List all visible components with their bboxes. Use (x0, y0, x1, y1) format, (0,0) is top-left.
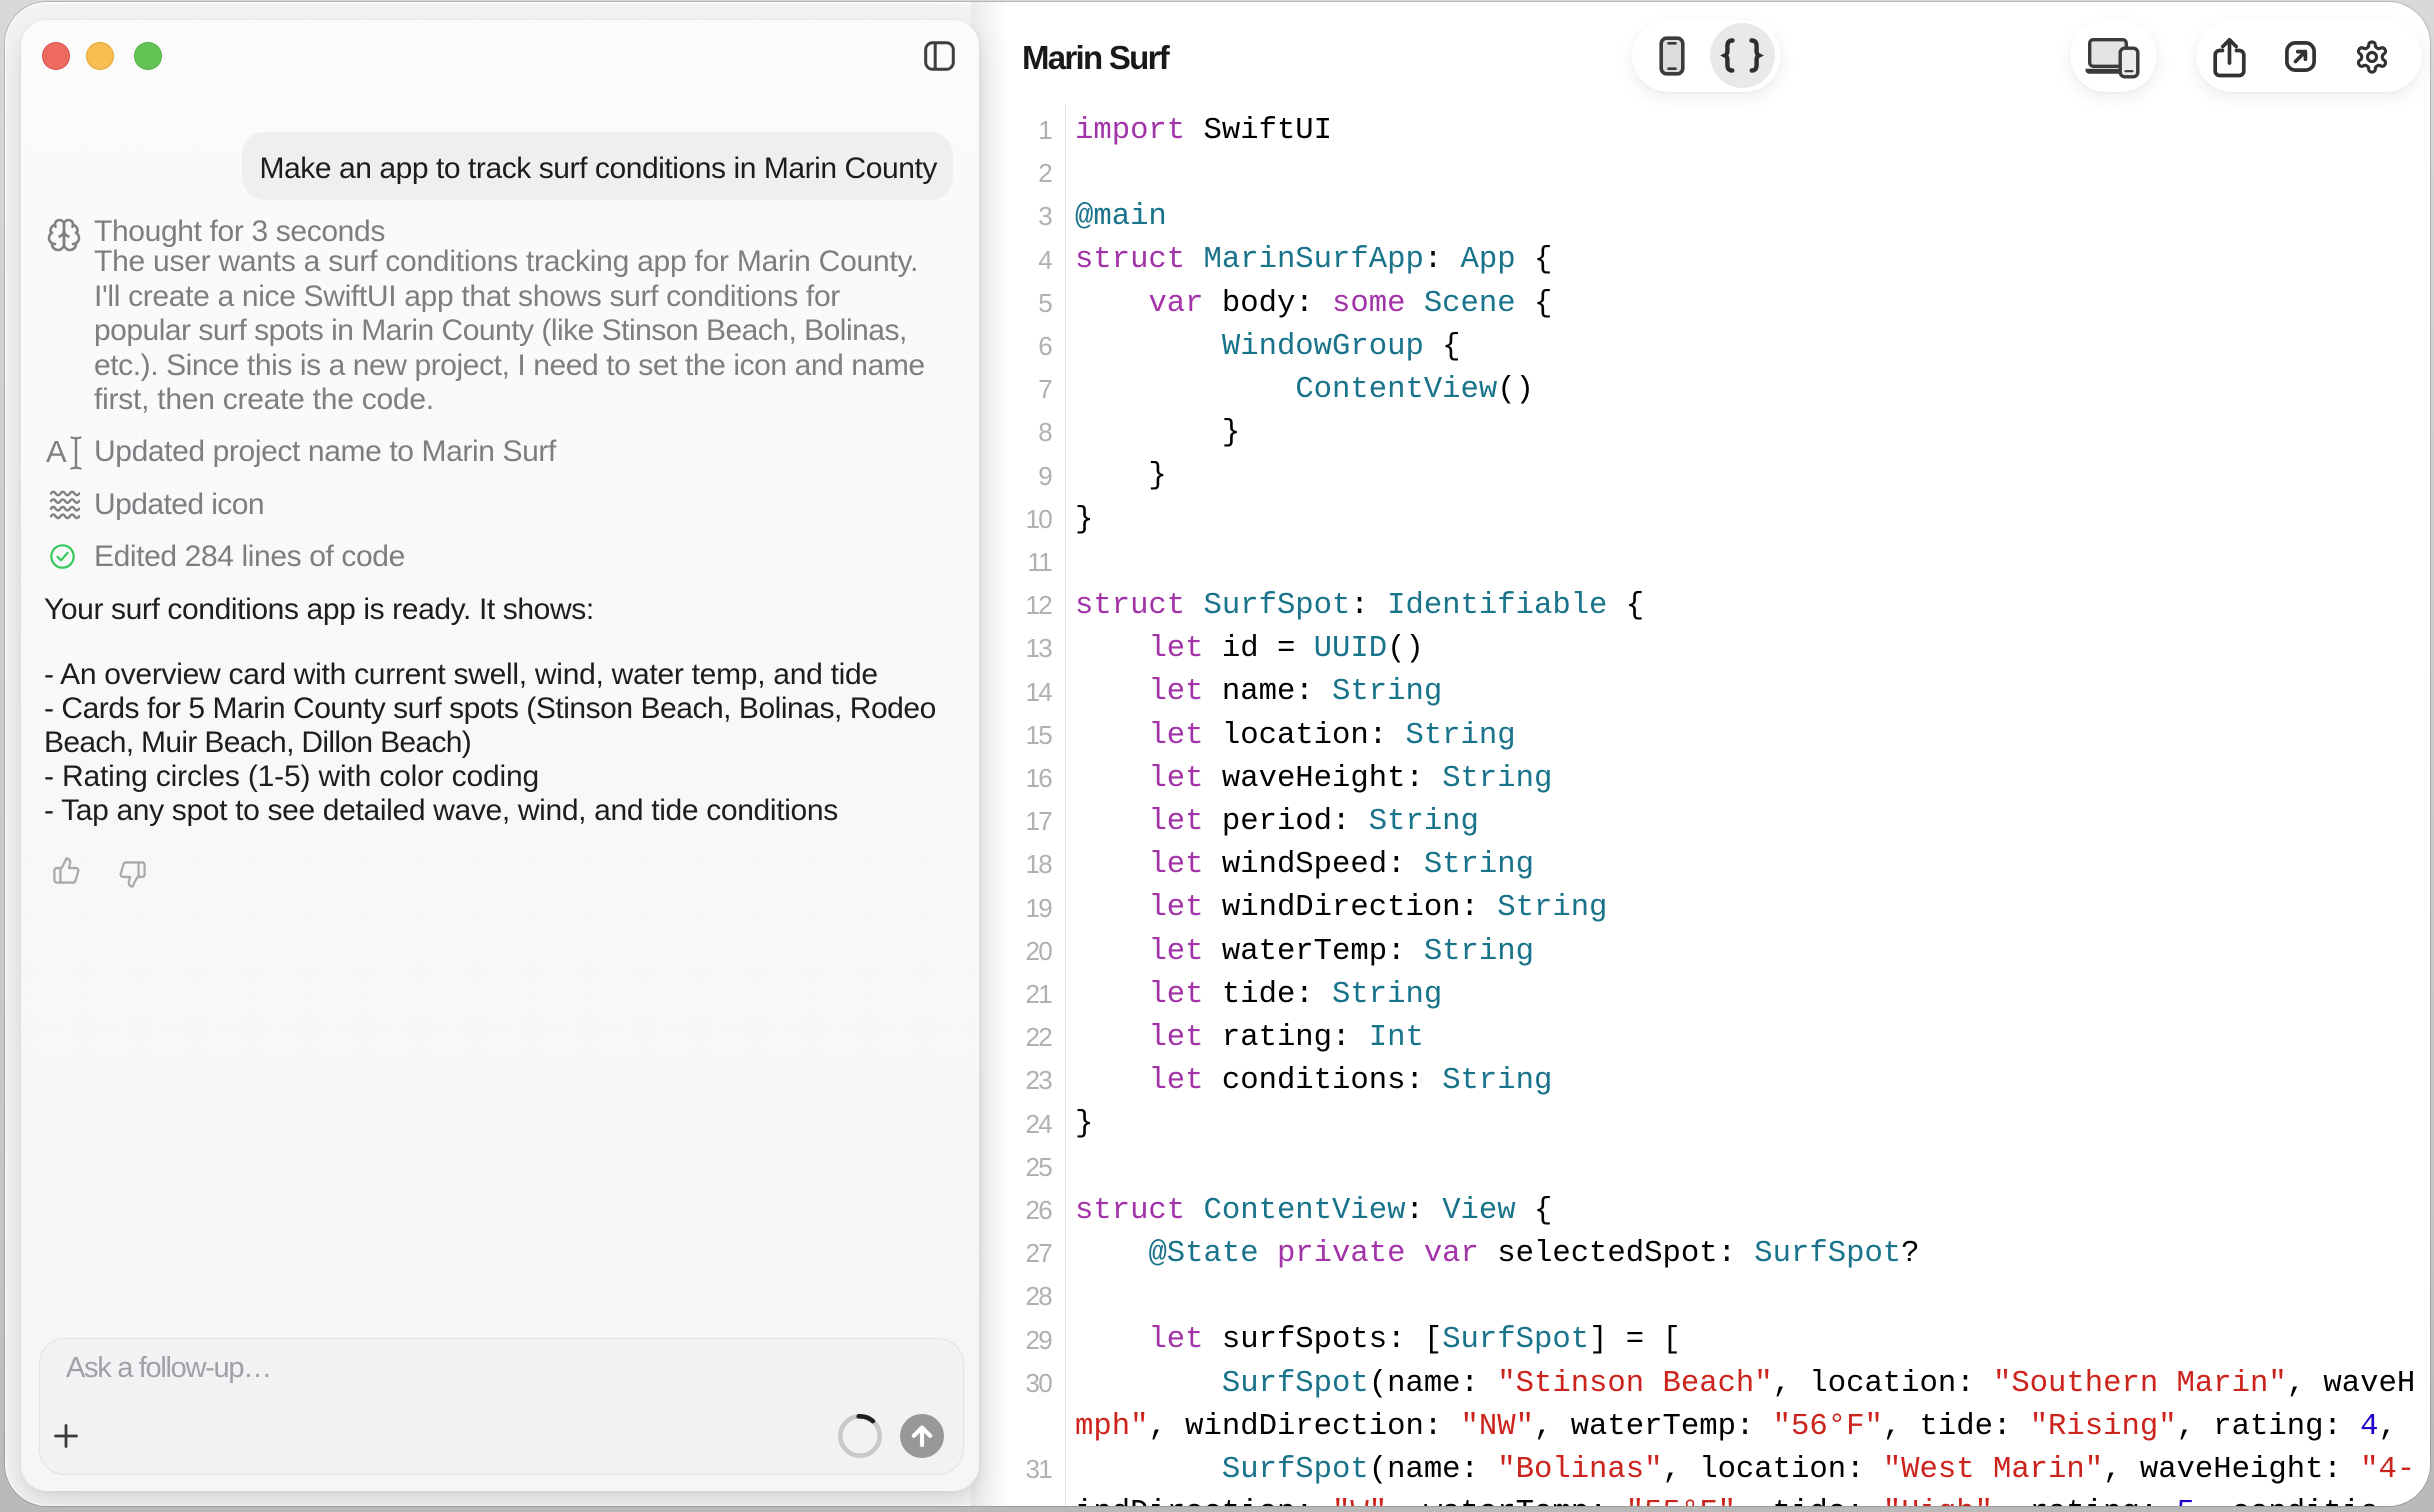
svg-text:A: A (46, 434, 67, 469)
